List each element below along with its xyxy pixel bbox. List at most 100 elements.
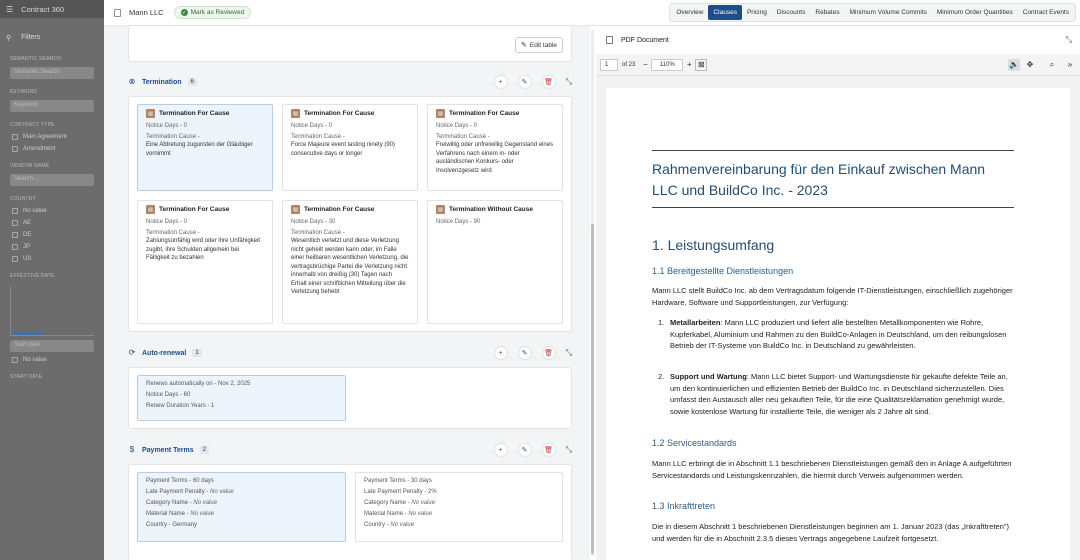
mark-reviewed-label: Mark as Reviewed <box>190 9 245 16</box>
close-circle-icon: ⊗ <box>128 77 136 86</box>
termination-clause-6[interactable]: ▤ Termination Without Cause Notice Days -… <box>427 200 563 324</box>
subsection-heading: 1.2 Servicestandards <box>652 438 737 448</box>
termination-clause-2[interactable]: ▤ Termination For Cause Notice Days - 0 T… <box>282 104 418 191</box>
edit-icon[interactable]: ✎ <box>517 443 532 457</box>
start-date-input[interactable]: Start date <box>10 340 94 352</box>
contract-type-amendment[interactable]: Amendment <box>0 143 104 155</box>
checkbox-icon <box>12 208 18 214</box>
edit-table-button[interactable]: ✎ Edit table <box>515 37 563 53</box>
checkbox-icon <box>12 244 18 250</box>
payment-terms-clause-2[interactable]: Payment Terms - 30 days Late Payment Pen… <box>355 472 563 542</box>
effective-date-histogram[interactable] <box>10 286 94 336</box>
menu-icon[interactable]: ☰ <box>6 5 13 14</box>
keyword-label: KEYWORD <box>10 89 38 95</box>
mark-reviewed-button[interactable]: ✓ Mark as Reviewed <box>173 6 252 19</box>
termination-title: Termination <box>142 78 182 86</box>
termination-clause-5[interactable]: ▤ Termination For Cause Notice Days - 30 … <box>282 200 418 324</box>
filters-label: Filters <box>21 34 41 41</box>
collapse-icon[interactable]: ⤡ <box>566 77 572 87</box>
tab-contract-events[interactable]: Contract Events <box>1018 5 1074 20</box>
document-title: Rahmenvereinbarung für den Einkauf zwisc… <box>652 161 986 198</box>
edit-icon[interactable]: ✎ <box>517 346 532 360</box>
tab-minimum-order-quantities[interactable]: Minimum Order Quantities <box>932 5 1018 20</box>
country-ae[interactable]: AE <box>0 217 104 229</box>
semantic-search-input[interactable]: Semantic Search <box>10 67 94 79</box>
page-number-input[interactable]: 1 <box>600 58 618 71</box>
pdf-title: PDF Document <box>621 36 669 44</box>
start-date-label: START DATE <box>10 374 43 380</box>
tab-pricing[interactable]: Pricing <box>742 5 772 20</box>
tab-clauses[interactable]: Clauses <box>708 5 742 20</box>
zoom-out-icon[interactable]: − <box>639 59 651 71</box>
pdf-viewer: PDF Document ⤡ 1 of 23 − 110% + ⊠ 🔈 ✥ ⌕ … <box>596 26 1080 560</box>
termination-clause-1[interactable]: ▤ Termination For Cause Notice Days - 0 T… <box>137 104 273 191</box>
clauses-scrollbar[interactable] <box>591 30 594 556</box>
zoom-in-icon[interactable]: + <box>683 59 695 71</box>
tab-overview[interactable]: Overview <box>671 5 708 20</box>
auto-renewal-title: Auto-renewal <box>142 349 187 357</box>
termination-clause-3[interactable]: ▤ Termination For Cause Notice Days - 0 T… <box>427 104 563 191</box>
tab-minimum-volume-commits[interactable]: Minimum Volume Commits <box>845 5 932 20</box>
pdf-toolbar: 1 of 23 − 110% + ⊠ 🔈 ✥ ⌕ » <box>596 54 1080 76</box>
tab-rebates[interactable]: Rebates <box>810 5 844 20</box>
renew-icon: ⟳ <box>128 348 136 357</box>
contract-type-label: CONTRACT TYPE <box>10 122 55 128</box>
subsection-heading: 1.3 Inkrafttreten <box>652 501 716 511</box>
pencil-icon: ✎ <box>521 42 527 49</box>
fit-page-icon[interactable]: ⊠ <box>695 58 708 71</box>
clause-icon: ▤ <box>291 205 300 214</box>
list-item-support: 2. Support und Wartung: Mann LLC bietet S… <box>658 372 1008 416</box>
tab-discounts[interactable]: Discounts <box>772 5 811 20</box>
trash-icon[interactable]: 🗑 <box>541 443 556 457</box>
checkbox-icon <box>12 220 18 226</box>
list-item-metalwork: 1. Metallarbeiten: Mann LLC produziert un… <box>658 318 1007 350</box>
subsection-heading: 1.1 Bereitgestellte Dienstleistungen <box>652 266 794 276</box>
filters-header: ⚲ Filters <box>0 18 104 48</box>
termination-actions: + ✎ 🗑 ⤡ <box>493 75 572 89</box>
previous-section-card: ✎ Edit table <box>128 26 572 62</box>
vendor-input[interactable]: Search... <box>10 174 94 186</box>
edit-table-label: Edit table <box>529 41 557 49</box>
country-jp[interactable]: JP <box>0 241 104 253</box>
zoom-input[interactable]: 110% <box>651 58 684 71</box>
more-icon[interactable]: » <box>1064 59 1076 71</box>
paragraph: Die in diesem Abschnitt 1 beschriebenen … <box>652 522 1010 543</box>
keyword-input[interactable]: Keyword <box>10 100 94 112</box>
termination-section-header: ⊗ Termination 6 + ✎ 🗑 ⤡ <box>128 75 572 89</box>
paragraph: Mann LLC erbringt die in Abschnitt 1.1 b… <box>652 459 1012 480</box>
payment-terms-title: Payment Terms <box>142 446 194 454</box>
payment-terms-clause-1[interactable]: Payment Terms - 60 days Late Payment Pen… <box>137 472 346 542</box>
file-icon <box>606 36 613 44</box>
collapse-icon[interactable]: ⤡ <box>1066 35 1072 45</box>
read-aloud-icon[interactable]: 🔈 <box>1008 58 1020 71</box>
clause-icon: ▤ <box>436 109 445 118</box>
auto-renewal-clause[interactable]: Renews automatically on - Nov 2, 2025 No… <box>137 375 346 421</box>
add-icon[interactable]: + <box>493 75 508 89</box>
trash-icon[interactable]: 🗑 <box>541 346 556 360</box>
add-icon[interactable]: + <box>493 346 508 360</box>
auto-renewal-section-header: ⟳ Auto-renewal 1 + ✎ 🗑 ⤡ <box>128 346 572 360</box>
contract-type-main[interactable]: Main Agreement <box>0 131 104 143</box>
checkbox-icon <box>12 134 18 140</box>
histogram-bar <box>13 331 43 335</box>
clause-icon: ▤ <box>146 205 155 214</box>
country-de[interactable]: DE <box>0 229 104 241</box>
termination-clause-4[interactable]: ▤ Termination For Cause Notice Days - 0 T… <box>137 200 273 324</box>
trash-icon[interactable]: 🗑 <box>541 75 556 89</box>
payment-terms-actions: + ✎ 🗑 ⤡ <box>493 443 572 457</box>
pan-icon[interactable]: ✥ <box>1024 59 1036 71</box>
edit-icon[interactable]: ✎ <box>517 75 532 89</box>
collapse-icon[interactable]: ⤡ <box>566 348 572 358</box>
semantic-search-label: SEMANTIC SEARCH <box>10 56 62 62</box>
date-no-value[interactable]: No value <box>0 354 104 366</box>
clause-icon: ▤ <box>436 205 445 214</box>
dollar-icon: $ <box>129 445 135 454</box>
country-us[interactable]: US <box>0 253 104 265</box>
add-icon[interactable]: + <box>493 443 508 457</box>
contract-header: Mann LLC ✓ Mark as Reviewed Overview Cla… <box>104 0 1080 26</box>
search-icon[interactable]: ⌕ <box>1046 59 1058 71</box>
scrollbar-thumb[interactable] <box>591 224 594 554</box>
country-no-value[interactable]: No value <box>0 205 104 217</box>
checkbox-icon <box>12 232 18 238</box>
collapse-icon[interactable]: ⤡ <box>566 445 572 455</box>
